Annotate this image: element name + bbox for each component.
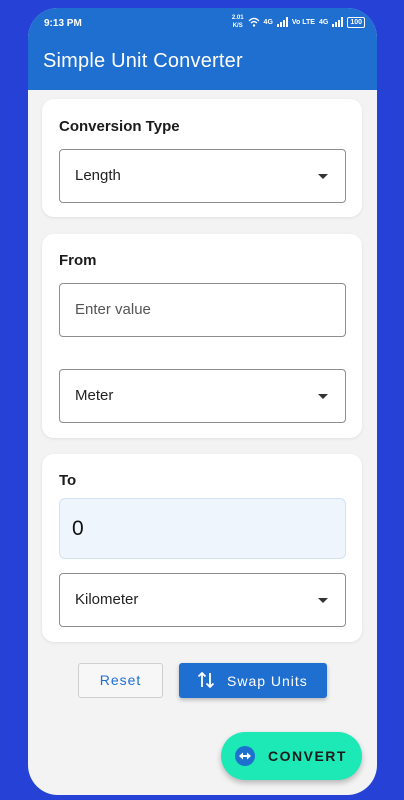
- network-type-1: 4G: [263, 18, 273, 26]
- to-unit-selected: Kilometer: [75, 591, 139, 608]
- dropdown-arrow-icon: [318, 394, 328, 399]
- network-speed-value: 2.01: [231, 15, 244, 21]
- reset-button[interactable]: Reset: [78, 663, 163, 698]
- dropdown-arrow-icon: [318, 174, 328, 179]
- phone-frame: 9:13 PM 2.01 K/S 4G Vo LTE 4G 100 Simple…: [28, 8, 377, 795]
- to-label: To: [59, 472, 77, 489]
- from-card: From Enter value Meter: [42, 234, 362, 438]
- conversion-type-dropdown[interactable]: Length: [59, 149, 346, 203]
- signal-icon-2: [332, 17, 344, 27]
- from-unit-selected: Meter: [75, 387, 114, 404]
- swap-units-button[interactable]: Swap Units: [179, 663, 327, 698]
- swap-vertical-icon: [197, 671, 215, 689]
- from-value-input[interactable]: Enter value: [59, 283, 346, 337]
- battery-icon: 100: [347, 16, 365, 28]
- status-icons: 2.01 K/S 4G Vo LTE 4G 100: [232, 14, 365, 30]
- conversion-type-selected: Length: [75, 167, 121, 184]
- convert-button[interactable]: CONVERT: [221, 732, 362, 780]
- to-result-display: 0: [59, 498, 346, 559]
- to-card: To 0 Kilometer: [42, 454, 362, 642]
- network-type-2: Vo LTE: [291, 18, 315, 26]
- conversion-type-label: Conversion Type: [59, 118, 180, 135]
- from-value-placeholder: Enter value: [75, 301, 151, 318]
- app-title: Simple Unit Converter: [43, 50, 243, 72]
- network-speed-unit: K/S: [232, 23, 243, 29]
- to-result-value: 0: [72, 517, 84, 540]
- app-bar: Simple Unit Converter: [28, 38, 377, 90]
- swap-units-label: Swap Units: [227, 673, 308, 689]
- status-time: 9:13 PM: [44, 18, 82, 29]
- conversion-type-card: Conversion Type Length: [42, 99, 362, 217]
- convert-label: CONVERT: [268, 748, 347, 764]
- dropdown-arrow-icon: [318, 598, 328, 603]
- status-bar: 9:13 PM 2.01 K/S 4G Vo LTE 4G 100: [28, 8, 377, 38]
- to-unit-dropdown[interactable]: Kilometer: [59, 573, 346, 627]
- network-type-3: 4G: [318, 18, 329, 26]
- signal-icon: [276, 17, 288, 27]
- network-speed: 2.01 K/S: [232, 14, 244, 30]
- from-label: From: [59, 252, 97, 269]
- wifi-icon: [248, 17, 260, 27]
- from-unit-dropdown[interactable]: Meter: [59, 369, 346, 423]
- convert-arrows-icon: [235, 746, 255, 766]
